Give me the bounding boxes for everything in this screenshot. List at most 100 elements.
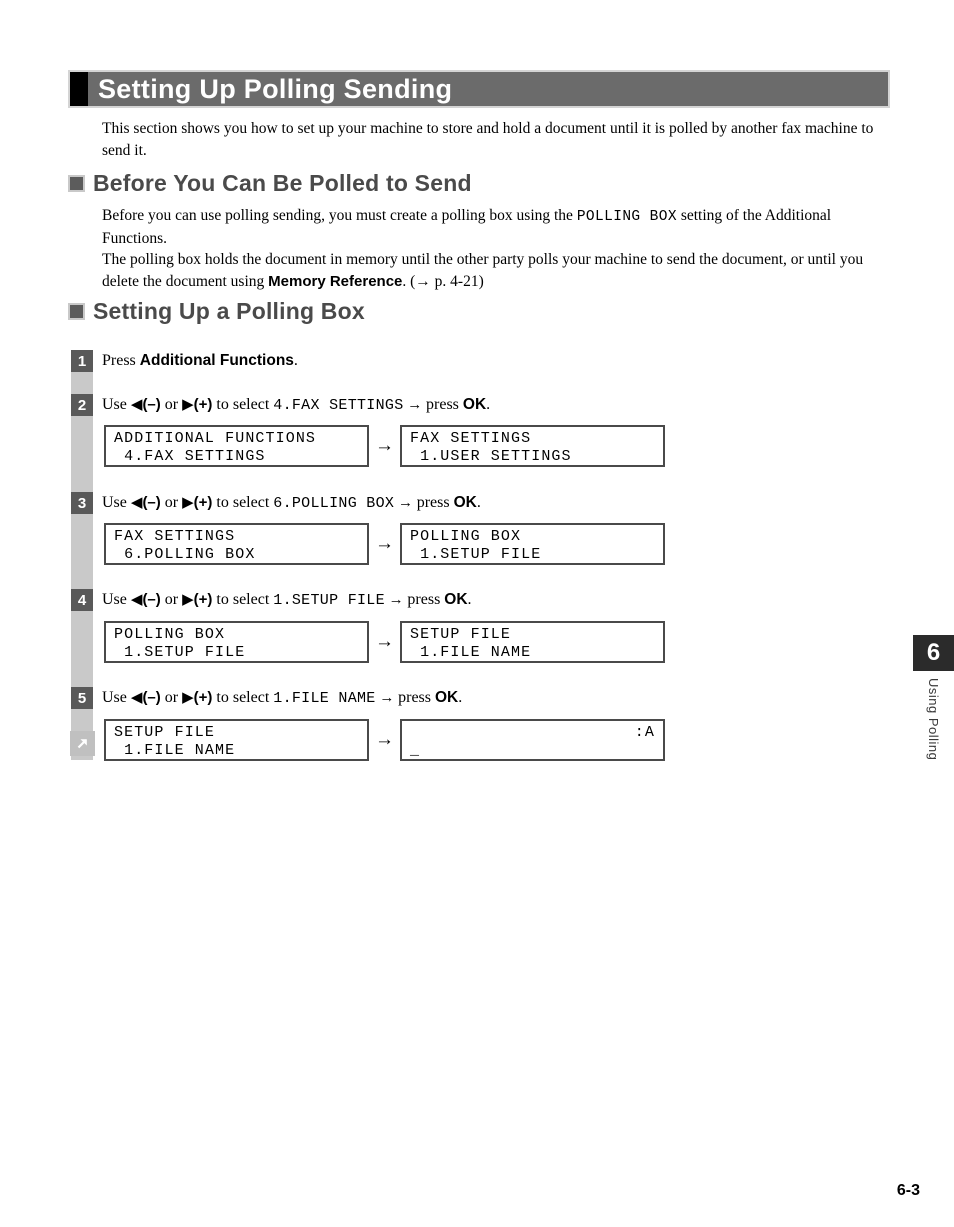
section-heading-before-you-can-be-polled: Before You Can Be Polled to Send — [68, 172, 472, 195]
lcd-transition-arrow-icon: → — [375, 533, 394, 554]
step-number-3: 3 — [71, 492, 93, 514]
step-number-1: 1 — [71, 350, 93, 372]
lcd-row-3: POLLING BOX 1.SETUP FILE → SETUP FILE 1.… — [104, 621, 665, 663]
step-3-or: or — [160, 494, 183, 511]
lcd-line-1: SETUP FILE — [410, 626, 512, 643]
step-number-4: 4 — [71, 589, 93, 611]
lcd-panel-right: POLLING BOX 1.SETUP FILE — [400, 523, 665, 565]
chapter-number-tab: 6 — [913, 635, 954, 671]
bullet-square-icon — [68, 175, 85, 192]
step-5-period: . — [458, 689, 463, 706]
lcd-row-4: SETUP FILE 1.FILE NAME → :A _ — [104, 719, 665, 761]
continued-arrow-icon — [70, 731, 95, 756]
title-bar: Setting Up Polling Sending — [88, 72, 888, 106]
step-4-period: . — [467, 591, 472, 608]
step-5-use: Use — [102, 689, 131, 706]
step-2-text: Use ◀(–) or ▶(+) to select 4.FAX SETTING… — [102, 395, 490, 416]
lcd-line-1: POLLING BOX — [114, 626, 226, 643]
lcd-line-1: FAX SETTINGS — [114, 528, 236, 545]
lcd-panel-left: ADDITIONAL FUNCTIONS 4.FAX SETTINGS — [104, 425, 369, 467]
chapter-label-vertical: Using Polling — [913, 678, 954, 788]
lcd-panel-right: FAX SETTINGS 1.USER SETTINGS — [400, 425, 665, 467]
lcd-transition-arrow-icon: → — [375, 435, 394, 456]
section-heading-text: Setting Up a Polling Box — [93, 298, 365, 324]
section1-paragraph-1: Before you can use polling sending, you … — [102, 205, 892, 250]
section1-p1-mono-term: POLLING BOX — [576, 209, 677, 225]
lcd-row-2: FAX SETTINGS 6.POLLING BOX → POLLING BOX… — [104, 523, 665, 565]
step-1-bold-key: Additional Functions — [139, 352, 294, 369]
section1-p2-bold-term: Memory Reference — [268, 273, 403, 290]
lcd-transition-arrow-icon: → — [375, 631, 394, 652]
plus-label: (+) — [193, 494, 213, 511]
lcd-panel-left: FAX SETTINGS 6.POLLING BOX — [104, 523, 369, 565]
lcd-line-2: 1.SETUP FILE — [114, 644, 246, 661]
minus-label: (–) — [142, 591, 161, 608]
page-title-banner: Setting Up Polling Sending — [68, 70, 890, 108]
lcd-line-2: 6.POLLING BOX — [114, 546, 256, 563]
step-2-use: Use — [102, 396, 131, 413]
step-4-arrow-icon: → — [384, 592, 408, 608]
lcd-line-1: FAX SETTINGS — [410, 430, 532, 447]
step-3-selection: 6.POLLING BOX — [273, 495, 395, 512]
step-number-5: 5 — [71, 687, 93, 709]
step-2-press: press — [426, 396, 463, 413]
lcd-line-2: 1.FILE NAME — [114, 742, 236, 759]
lcd-line-2: 1.SETUP FILE — [410, 546, 542, 563]
step-4-press: press — [407, 591, 445, 608]
lcd-panel-right: :A _ — [400, 719, 665, 761]
plus-label: (+) — [193, 591, 213, 608]
plus-label: (+) — [193, 396, 213, 413]
step-3-text: Use ◀(–) or ▶(+) to select 6.POLLING BOX… — [102, 493, 481, 514]
lcd-line-2: 1.USER SETTINGS — [410, 448, 572, 465]
minus-label: (–) — [142, 494, 161, 511]
lcd-cursor-line: _ — [410, 742, 421, 759]
lcd-panel-left: SETUP FILE 1.FILE NAME — [104, 719, 369, 761]
step-3-to-select: to select — [212, 494, 274, 511]
section1-p2-after: . (→ p. 4-21) — [402, 273, 484, 290]
left-triangle-icon: ◀ — [130, 495, 143, 511]
step-3-ok-key: OK — [453, 494, 477, 511]
left-triangle-icon: ◀ — [130, 397, 143, 413]
step-4-selection: 1.SETUP FILE — [273, 592, 385, 609]
lcd-line-2: 4.FAX SETTINGS — [114, 448, 266, 465]
lcd-transition-arrow-icon: → — [375, 729, 394, 750]
lcd-line-1: POLLING BOX — [410, 528, 522, 545]
left-triangle-icon: ◀ — [130, 690, 143, 706]
step-4-use: Use — [102, 591, 131, 608]
lcd-panel-right: SETUP FILE 1.FILE NAME — [400, 621, 665, 663]
step-5-text: Use ◀(–) or ▶(+) to select 1.FILE NAME →… — [102, 688, 462, 709]
step-number-2: 2 — [71, 394, 93, 416]
plus-label: (+) — [193, 689, 213, 706]
intro-paragraph: This section shows you how to set up you… — [102, 118, 892, 162]
step-4-ok-key: OK — [444, 591, 468, 608]
step-1-prefix: Press — [102, 352, 140, 369]
bullet-square-icon — [68, 303, 85, 320]
lcd-panel-left: POLLING BOX 1.SETUP FILE — [104, 621, 369, 663]
lcd-line-1: ADDITIONAL FUNCTIONS — [114, 430, 317, 447]
step-4-to-select: to select — [212, 591, 274, 608]
page-number: 6-3 — [896, 1182, 920, 1199]
minus-label: (–) — [142, 689, 161, 706]
right-triangle-icon: ▶ — [182, 690, 194, 706]
step-5-arrow-icon: → — [375, 690, 399, 706]
lcd-line-1: SETUP FILE — [114, 724, 216, 741]
lcd-line-1: :A — [634, 724, 655, 741]
left-triangle-icon: ◀ — [130, 592, 143, 608]
step-2-period: . — [486, 396, 491, 413]
section1-p1-before: Before you can use polling sending, you … — [102, 207, 577, 224]
step-2-to-select: to select — [212, 396, 274, 413]
step-2-arrow-icon: → — [403, 397, 427, 413]
step-1-suffix: . — [293, 352, 298, 369]
step-2-selection: 4.FAX SETTINGS — [273, 397, 404, 414]
section1-paragraph-2: The polling box holds the document in me… — [102, 249, 892, 293]
step-3-use: Use — [102, 494, 131, 511]
page-title: Setting Up Polling Sending — [98, 73, 453, 104]
section-heading-text: Before You Can Be Polled to Send — [93, 170, 472, 196]
step-2-ok-key: OK — [462, 396, 487, 413]
step-5-selection: 1.FILE NAME — [273, 690, 376, 707]
step-5-ok-key: OK — [435, 689, 459, 706]
right-triangle-icon: ▶ — [182, 592, 194, 608]
lcd-row-1: ADDITIONAL FUNCTIONS 4.FAX SETTINGS → FA… — [104, 425, 665, 467]
step-3-press: press — [416, 494, 454, 511]
step-4-or: or — [160, 591, 183, 608]
